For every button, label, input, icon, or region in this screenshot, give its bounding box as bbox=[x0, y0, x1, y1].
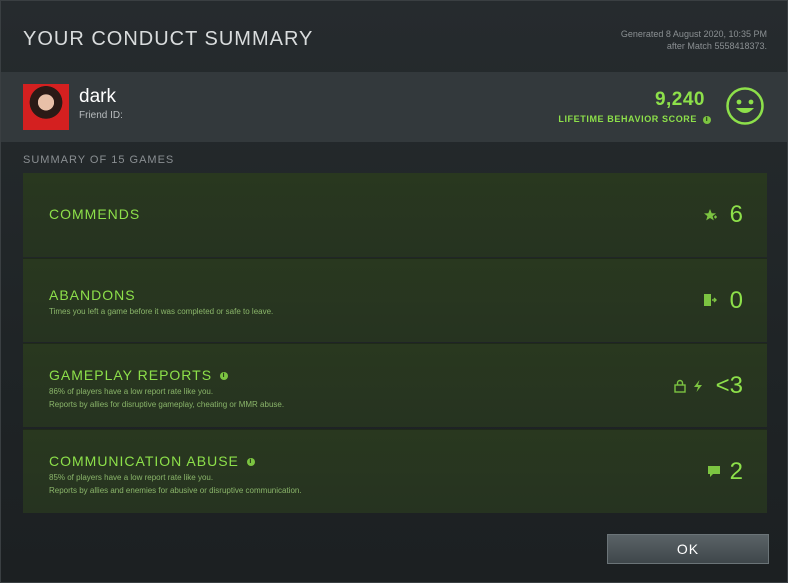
gameplay-reports-title-text: GAMEPLAY REPORTS bbox=[49, 367, 213, 383]
gameplay-reports-stat: 86% of players have a low report rate li… bbox=[49, 387, 214, 396]
gameplay-reports-description: Reports by allies for disruptive gamepla… bbox=[49, 400, 285, 409]
generated-match: after Match 5558418373. bbox=[666, 41, 767, 51]
info-icon[interactable]: i bbox=[220, 372, 229, 381]
abandons-panel: ABANDONS Times you left a game before it… bbox=[23, 258, 767, 342]
info-icon[interactable]: i bbox=[246, 458, 255, 467]
generated-info: Generated 8 August 2020, 10:35 PM after … bbox=[621, 28, 767, 52]
lightning-icon bbox=[694, 380, 702, 392]
info-icon[interactable]: i bbox=[703, 115, 711, 124]
communication-abuse-title-text: COMMUNICATION ABUSE bbox=[49, 453, 239, 469]
lock-icon bbox=[674, 379, 686, 393]
communication-abuse-title: COMMUNICATION ABUSE i bbox=[49, 453, 255, 469]
dialog-title: YOUR CONDUCT SUMMARY bbox=[23, 28, 314, 50]
abandons-description: Times you left a game before it was comp… bbox=[49, 307, 274, 316]
door-exit-icon bbox=[704, 294, 717, 306]
ok-button[interactable]: OK bbox=[607, 534, 769, 564]
communication-abuse-value: 2 bbox=[729, 458, 743, 485]
generated-date: Generated 8 August 2020, 10:35 PM bbox=[620, 29, 767, 39]
profile-bar: dark Friend ID: 9,240 LIFETIME BEHAVIOR … bbox=[1, 72, 787, 142]
friend-id-label: Friend ID: bbox=[79, 110, 123, 121]
conduct-summary-dialog: YOUR CONDUCT SUMMARY Generated 8 August … bbox=[0, 0, 788, 583]
abandons-title: ABANDONS bbox=[49, 287, 136, 303]
gameplay-reports-panel: GAMEPLAY REPORTS i 86% of players have a … bbox=[23, 343, 767, 427]
behavior-score-value: 9,240 bbox=[654, 89, 705, 110]
commends-panel: COMMENDS 6 bbox=[23, 173, 767, 257]
username: dark bbox=[79, 86, 116, 107]
commends-title: COMMENDS bbox=[49, 206, 141, 222]
communication-abuse-stat: 85% of players have a low report rate li… bbox=[49, 473, 214, 482]
chat-bubble-icon bbox=[708, 466, 720, 477]
avatar bbox=[23, 84, 69, 130]
behavior-score-label-text: LIFETIME BEHAVIOR SCORE bbox=[558, 114, 697, 124]
commends-value: 6 bbox=[729, 201, 743, 228]
communication-abuse-description: Reports by allies and enemies for abusiv… bbox=[49, 486, 302, 495]
gameplay-reports-value: <3 bbox=[715, 372, 743, 399]
behavior-score-label: LIFETIME BEHAVIOR SCORE i bbox=[558, 114, 711, 124]
summary-games-label: SUMMARY OF 15 GAMES bbox=[23, 154, 175, 166]
communication-abuse-panel: COMMUNICATION ABUSE i 85% of players have… bbox=[23, 429, 767, 513]
gameplay-reports-title: GAMEPLAY REPORTS i bbox=[49, 367, 229, 383]
star-plus-icon bbox=[704, 209, 717, 221]
abandons-value: 0 bbox=[729, 287, 743, 314]
smiley-face-icon bbox=[726, 87, 764, 125]
